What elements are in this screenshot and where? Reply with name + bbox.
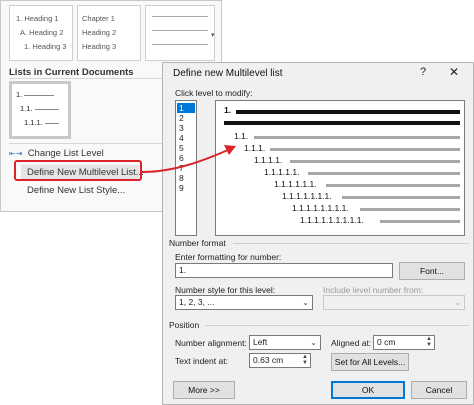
annotation-arrow <box>141 145 236 173</box>
arrow-curve <box>141 149 229 173</box>
